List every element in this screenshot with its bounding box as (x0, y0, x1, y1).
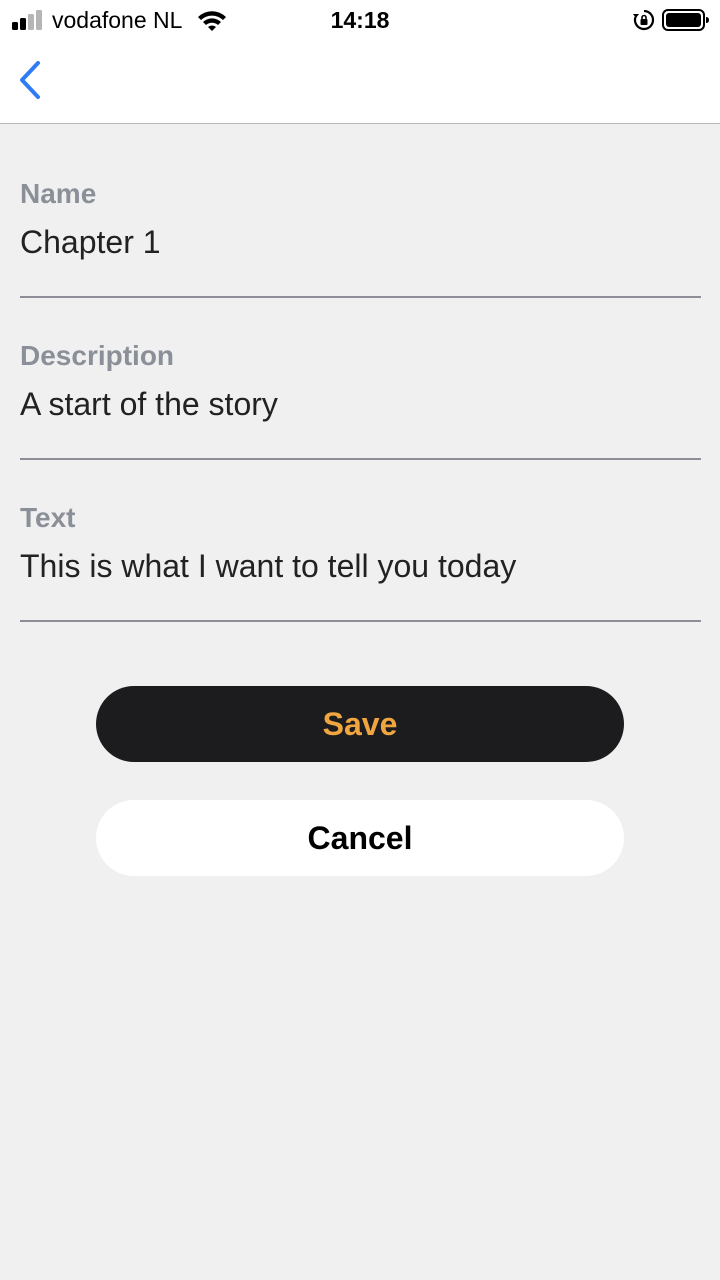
text-input[interactable]: This is what I want to tell you today (20, 548, 516, 585)
battery-icon (662, 9, 709, 31)
text-field[interactable]: Text This is what I want to tell you tod… (20, 502, 701, 622)
description-field[interactable]: Description A start of the story (20, 340, 701, 460)
status-time: 14:18 (330, 7, 390, 33)
save-button[interactable]: Save (96, 686, 624, 762)
name-label: Name (20, 178, 97, 209)
chevron-left-icon (20, 61, 40, 99)
back-button[interactable] (8, 56, 56, 106)
status-bar: vodafone NL 14:18 (0, 0, 720, 40)
screen: vodafone NL 14:18 Name Chapter 1 Descrip… (0, 0, 720, 1280)
name-input[interactable]: Chapter 1 (20, 224, 161, 261)
name-field[interactable]: Name Chapter 1 (20, 178, 701, 298)
description-label: Description (20, 340, 175, 371)
orientation-lock-icon (633, 9, 655, 31)
description-input[interactable]: A start of the story (20, 386, 278, 423)
cancel-button[interactable]: Cancel (96, 800, 624, 876)
text-label: Text (20, 502, 76, 533)
navigation-bar (0, 40, 720, 124)
